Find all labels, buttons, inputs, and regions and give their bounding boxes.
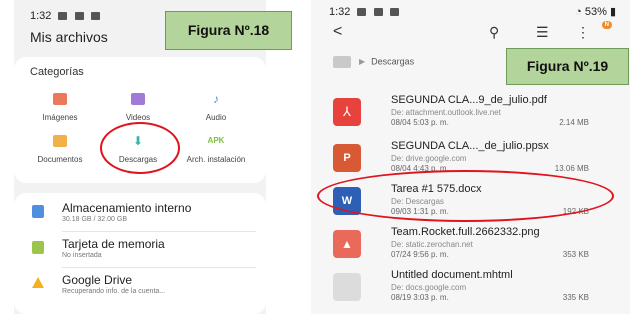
breadcrumb: ▶ Descargas [333, 56, 414, 68]
battery-level: 53% [584, 6, 607, 18]
file-size: 13.06 MB [554, 164, 589, 173]
file-name: SEGUNDA CLA...9_de_julio.pdf [391, 94, 547, 106]
file-name: Team.Rocket.full.2662332.png [391, 226, 540, 238]
file-source: De: attachment.outlook.live.net [391, 108, 501, 117]
category-documents[interactable]: Documentos [30, 135, 90, 165]
categories-title: Categorías [30, 66, 84, 78]
category-audio[interactable]: ♪ Audio [186, 93, 246, 123]
pdf-icon: ⅄ [333, 98, 361, 126]
apk-icon: APK [207, 136, 225, 145]
storage-internal[interactable]: Almacenamiento interno 30.18 GB / 32.00 … [14, 199, 266, 235]
notification-badge: N [601, 21, 612, 29]
google-drive-icon [32, 277, 44, 289]
file-source: De: docs.google.com [391, 283, 467, 292]
status-bar: 1:32 [329, 6, 399, 18]
back-icon[interactable]: < [333, 23, 342, 41]
status-time: 1:32 [329, 6, 351, 18]
highlight-circle [317, 170, 614, 222]
phone-storage-icon [32, 205, 44, 218]
notification-icon [373, 8, 383, 17]
figure-label: Figura Nº.18 [165, 11, 292, 50]
storage-name: Google Drive [62, 273, 133, 287]
category-label: Imágenes [42, 113, 78, 122]
notification-icon [74, 12, 84, 21]
list-view-icon[interactable]: ☰ [536, 24, 549, 41]
file-row[interactable]: ⅄ SEGUNDA CLA...9_de_julio.pdf De: attac… [311, 92, 630, 134]
file-date: 07/24 9:56 p. m. [391, 250, 449, 259]
file-name: SEGUNDA CLA..._de_julio.ppsx [391, 140, 549, 152]
file-size: 335 KB [562, 293, 589, 302]
chevron-right-icon: ▶ [359, 57, 366, 67]
category-label: Arch. instalación [186, 155, 246, 164]
breadcrumb-current[interactable]: Descargas [371, 56, 414, 66]
storage-sd-card[interactable]: Tarjeta de memoria No insertada [14, 235, 266, 271]
highlight-circle [100, 122, 180, 174]
file-size: 353 KB [562, 250, 589, 259]
status-time: 1:32 [30, 10, 52, 22]
file-date: 08/04 5:03 p. m. [391, 118, 449, 127]
notification-icon [389, 8, 399, 17]
video-icon [131, 93, 145, 105]
file-row[interactable]: Untitled document.mhtml De: docs.google.… [311, 267, 630, 309]
document-icon [53, 135, 67, 147]
page: 1:32 Mis archivos Categorías Imágenes Vi… [0, 0, 639, 314]
file-size: 2.14 MB [559, 118, 589, 127]
top-bar: < ⚲ ☰ ⋮ N [311, 20, 630, 46]
file-row[interactable]: ▲ Team.Rocket.full.2662332.png De: stati… [311, 224, 630, 266]
powerpoint-icon: P [333, 144, 361, 172]
audio-icon: ♪ [213, 92, 219, 106]
notification-icon [357, 8, 367, 17]
sd-card-icon [32, 241, 44, 254]
storage-card: Almacenamiento interno 30.18 GB / 32.00 … [14, 193, 266, 314]
image-icon [53, 93, 67, 105]
wifi-icon: ◔ [575, 6, 582, 18]
divider [62, 267, 256, 268]
storage-sub: Recuperando info. de la cuenta... [62, 288, 166, 295]
storage-sub: No insertada [62, 252, 102, 259]
storage-google-drive[interactable]: Google Drive Recuperando info. de la cue… [14, 271, 266, 307]
image-file-icon: ▲ [333, 230, 361, 258]
storage-name: Tarjeta de memoria [62, 237, 165, 251]
generic-file-icon [333, 273, 361, 301]
divider [62, 231, 256, 232]
notification-icon [90, 12, 100, 21]
notification-icon [58, 12, 68, 21]
figure-label: Figura Nº.19 [506, 48, 629, 85]
category-label: Audio [205, 113, 227, 122]
category-videos[interactable]: Videos [108, 93, 168, 123]
file-source: De: drive.google.com [391, 154, 467, 163]
file-name: Untitled document.mhtml [391, 269, 513, 281]
storage-name: Almacenamiento interno [62, 201, 192, 215]
page-title: Mis archivos [30, 29, 108, 45]
category-label: Documentos [37, 155, 83, 164]
category-images[interactable]: Imágenes [30, 93, 90, 123]
home-folder-icon[interactable] [333, 56, 351, 68]
search-icon[interactable]: ⚲ [489, 24, 499, 41]
file-source: De: static.zerochan.net [391, 240, 473, 249]
status-bar: 1:32 [30, 10, 100, 22]
status-right: ◔ 53% ▮ [575, 5, 616, 18]
category-installers[interactable]: APK Arch. instalación [186, 135, 246, 165]
battery-icon: ▮ [609, 6, 616, 18]
file-date: 08/19 3:03 p. m. [391, 293, 449, 302]
storage-sub: 30.18 GB / 32.00 GB [62, 216, 127, 223]
more-options-icon[interactable]: ⋮ [576, 24, 590, 41]
